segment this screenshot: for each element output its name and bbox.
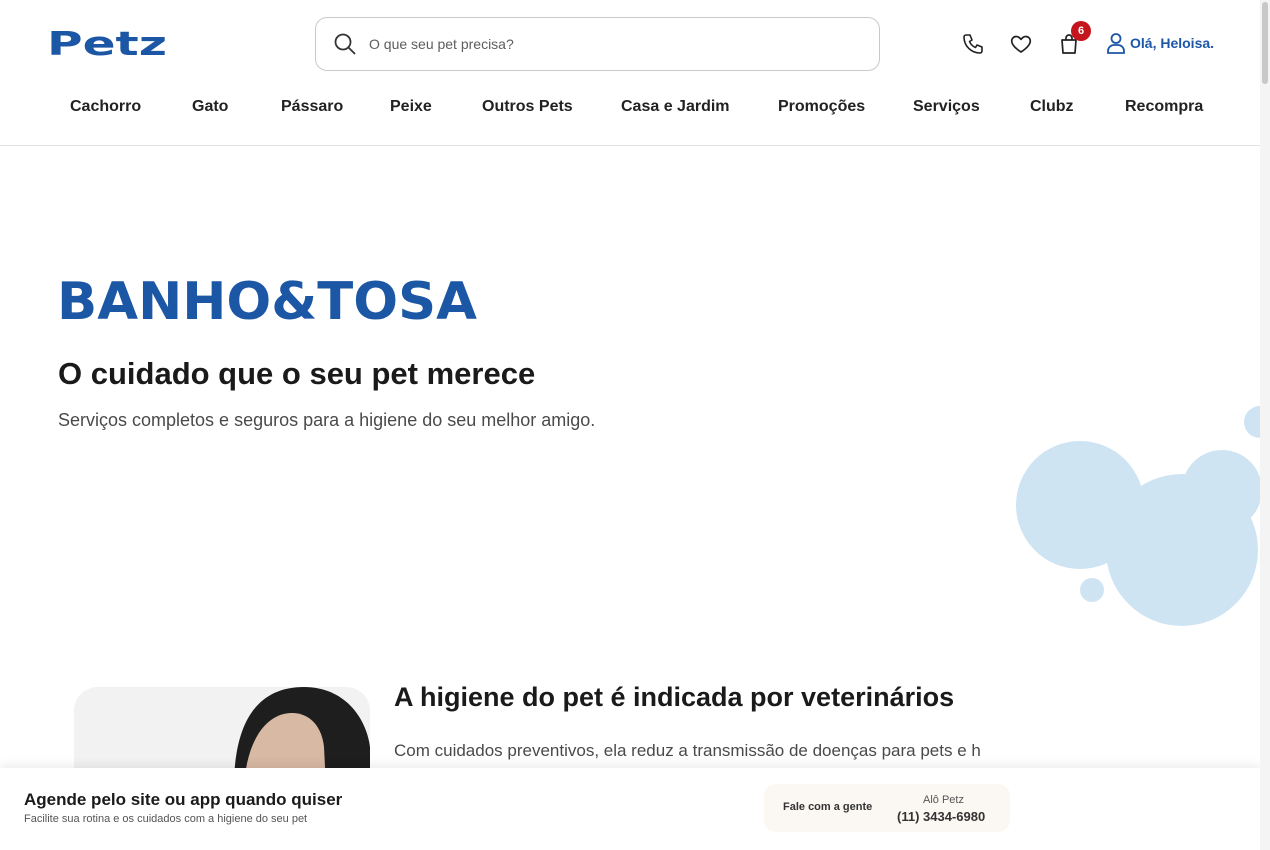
phone-icon[interactable] bbox=[960, 31, 986, 57]
booking-title: Agende pelo site ou app quando quiser bbox=[24, 790, 343, 809]
nav-item-gato[interactable]: Gato bbox=[192, 98, 228, 116]
scrollbar-track[interactable] bbox=[1260, 0, 1270, 850]
nav-item-servicos[interactable]: Serviços bbox=[913, 98, 980, 116]
main-navigation: Cachorro Gato Pássaro Peixe Outros Pets … bbox=[0, 92, 1260, 124]
booking-bottom-bar: Agende pelo site ou app quando quiser Fa… bbox=[0, 768, 1260, 850]
nav-item-casa-e-jardim[interactable]: Casa e Jardim bbox=[621, 98, 730, 116]
petz-logo[interactable]: Petz bbox=[47, 28, 167, 60]
contact-label: Fale com a gente bbox=[783, 801, 873, 813]
nav-item-clubz[interactable]: Clubz bbox=[1030, 98, 1074, 116]
nav-item-cachorro[interactable]: Cachorro bbox=[70, 98, 141, 116]
svg-text:Petz: Petz bbox=[47, 28, 167, 60]
scrollbar-thumb[interactable] bbox=[1262, 2, 1268, 84]
heart-icon[interactable] bbox=[1008, 31, 1034, 57]
nav-item-recompra[interactable]: Recompra bbox=[1125, 98, 1203, 116]
hero-title: O cuidado que o seu pet merece bbox=[58, 356, 536, 391]
cart-count-badge: 6 bbox=[1071, 21, 1091, 41]
nav-item-passaro[interactable]: Pássaro bbox=[281, 98, 343, 116]
site-header: Petz 6 Olá, Heloisa. Cachorro Gato Pássa… bbox=[0, 0, 1260, 146]
svg-text:BANHO&TOSA: BANHO&TOSA bbox=[57, 272, 477, 324]
nav-item-promocoes[interactable]: Promoções bbox=[778, 98, 865, 116]
user-account-link[interactable]: Olá, Heloisa. bbox=[1106, 32, 1214, 54]
contact-button[interactable]: Fale com a gente Alô Petz (11) 3434-6980 bbox=[764, 784, 1010, 832]
search-icon[interactable] bbox=[333, 32, 357, 56]
contact-name: Alô Petz bbox=[923, 794, 964, 806]
booking-subtitle: Facilite sua rotina e os cuidados com a … bbox=[24, 813, 308, 825]
hero-subtitle: Serviços completos e seguros para a higi… bbox=[58, 410, 596, 430]
section-text: Com cuidados preventivos, ela reduz a tr… bbox=[394, 741, 981, 760]
search-bar[interactable] bbox=[315, 17, 880, 71]
contact-phone[interactable]: (11) 3434-6980 bbox=[897, 809, 985, 824]
section-title: A higiene do pet é indicada por veteriná… bbox=[394, 682, 955, 712]
user-greeting: Olá, Heloisa. bbox=[1130, 35, 1215, 51]
nav-item-outros-pets[interactable]: Outros Pets bbox=[482, 98, 573, 116]
user-icon bbox=[1107, 33, 1125, 54]
search-input[interactable] bbox=[369, 36, 849, 52]
banho-tosa-logo: BANHO&TOSA bbox=[57, 272, 479, 332]
nav-item-peixe[interactable]: Peixe bbox=[390, 98, 432, 116]
decorative-bubbles bbox=[1010, 400, 1270, 630]
